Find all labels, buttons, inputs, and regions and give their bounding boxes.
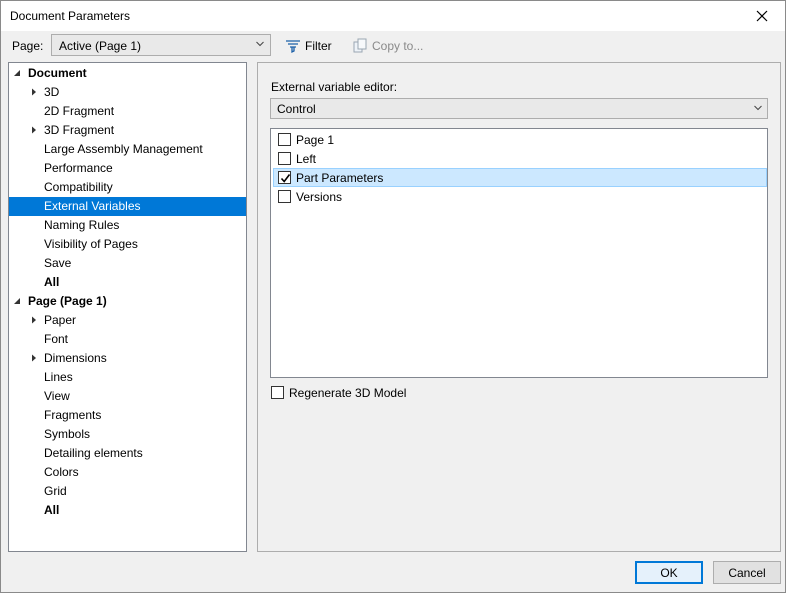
checkbox[interactable] (278, 190, 291, 203)
tree-item-label: Save (44, 256, 72, 270)
title-bar: Document Parameters (1, 1, 785, 31)
toolbar: Page: Active (Page 1) Filter Copy to... (1, 31, 785, 61)
tree-item-label: Fragments (44, 408, 102, 422)
tree-item-label: View (44, 389, 70, 403)
list-item[interactable]: Page 1 (273, 130, 767, 149)
list-item-label: Left (296, 152, 317, 166)
external-variables-list: Page 1 Left Part Parameters Versions (270, 128, 768, 378)
tree-item-label: Symbols (44, 427, 91, 441)
tree-item[interactable]: Large Assembly Management (9, 140, 246, 159)
external-variable-editor-select[interactable]: Control (270, 98, 768, 119)
tree-item[interactable]: Detailing elements (9, 444, 246, 463)
tree-item-label: Lines (44, 370, 73, 384)
chevron-down-icon (256, 41, 264, 47)
collapsed-arrow-icon[interactable] (30, 83, 40, 102)
collapsed-arrow-icon[interactable] (30, 349, 40, 368)
tree-item[interactable]: Fragments (9, 406, 246, 425)
tree-item-label: Detailing elements (44, 446, 143, 460)
document-parameters-dialog: Document Parameters Page: Active (Page 1… (0, 0, 786, 593)
copy-to-button[interactable]: Copy to... (352, 35, 423, 57)
tree-item-label: All (44, 503, 60, 517)
chevron-down-icon (754, 105, 762, 111)
tree-item[interactable]: 3D (9, 83, 246, 102)
page-select[interactable]: Active (Page 1) (51, 34, 271, 56)
close-icon (756, 10, 768, 22)
tree-item[interactable]: Lines (9, 368, 246, 387)
list-item[interactable]: Part Parameters (273, 168, 767, 187)
filter-label: Filter (305, 39, 332, 53)
page-label: Page: (12, 39, 44, 53)
tree-item[interactable]: Colors (9, 463, 246, 482)
tree-item-label: All (44, 275, 60, 289)
tree-item[interactable]: 3D Fragment (9, 121, 246, 140)
tree-item-label: Naming Rules (44, 218, 120, 232)
tree-item[interactable]: Save (9, 254, 246, 273)
tree-item-label: Document (28, 66, 87, 80)
settings-panel: External variable editor: Control Page 1… (257, 62, 781, 552)
tree-item[interactable]: All (9, 501, 246, 520)
close-button[interactable] (739, 1, 785, 31)
list-item-label: Part Parameters (296, 171, 384, 185)
tree-item-label: Performance (44, 161, 113, 175)
window-title: Document Parameters (10, 9, 131, 23)
tree-item[interactable]: Naming Rules (9, 216, 246, 235)
tree-item[interactable]: Font (9, 330, 246, 349)
tree-item-label: Compatibility (44, 180, 113, 194)
tree-item[interactable]: 2D Fragment (9, 102, 246, 121)
expanded-arrow-icon[interactable] (13, 292, 23, 311)
external-variable-editor-label: External variable editor: (271, 80, 398, 94)
filter-button[interactable]: Filter (285, 35, 332, 57)
tree-item[interactable]: Symbols (9, 425, 246, 444)
tree-item-label: 3D (44, 85, 60, 99)
tree-item-label: Visibility of Pages (44, 237, 138, 251)
list-item[interactable]: Versions (273, 187, 767, 206)
cancel-button[interactable]: Cancel (713, 561, 781, 584)
tree-item[interactable]: External Variables (9, 197, 246, 216)
tree-item[interactable]: All (9, 273, 246, 292)
external-variable-editor-value: Control (277, 102, 316, 116)
expanded-arrow-icon[interactable] (13, 64, 23, 83)
tree-item-label: External Variables (44, 199, 141, 213)
tree-item-label: Paper (44, 313, 77, 327)
tree-item-label: Grid (44, 484, 67, 498)
regenerate-3d-model-label: Regenerate 3D Model (289, 386, 407, 400)
list-item-label: Versions (296, 190, 343, 204)
tree-item[interactable]: Visibility of Pages (9, 235, 246, 254)
tree-item[interactable]: View (9, 387, 246, 406)
settings-tree[interactable]: Document 3D 2D Fragment 3D Fragment Large As… (8, 62, 247, 552)
tree-item[interactable]: Paper (9, 311, 246, 330)
checkbox[interactable] (278, 171, 291, 184)
tree-item-label: Font (44, 332, 69, 346)
tree-item-label: 3D Fragment (44, 123, 115, 137)
list-item[interactable]: Left (273, 149, 767, 168)
ok-button[interactable]: OK (635, 561, 703, 584)
filter-icon (286, 40, 300, 54)
tree-item-label: Colors (44, 465, 79, 479)
list-item-label: Page 1 (296, 133, 335, 147)
tree-item-label: Page (Page 1) (28, 294, 107, 308)
checkbox[interactable] (271, 386, 284, 399)
tree-item-label: Large Assembly Management (44, 142, 203, 156)
collapsed-arrow-icon[interactable] (30, 311, 40, 330)
page-select-value: Active (Page 1) (59, 39, 142, 53)
checkbox[interactable] (278, 133, 291, 146)
tree-item[interactable]: Dimensions (9, 349, 246, 368)
tree-item-label: Dimensions (44, 351, 107, 365)
tree-item[interactable]: Document (9, 64, 246, 83)
checkmark-icon (280, 174, 291, 183)
collapsed-arrow-icon[interactable] (30, 121, 40, 140)
tree-item[interactable]: Compatibility (9, 178, 246, 197)
copy-icon (353, 38, 367, 53)
tree-item[interactable]: Page (Page 1) (9, 292, 246, 311)
tree-item-label: 2D Fragment (44, 104, 115, 118)
checkbox[interactable] (278, 152, 291, 165)
tree-item[interactable]: Grid (9, 482, 246, 501)
copy-to-label: Copy to... (372, 39, 424, 53)
tree-item[interactable]: Performance (9, 159, 246, 178)
